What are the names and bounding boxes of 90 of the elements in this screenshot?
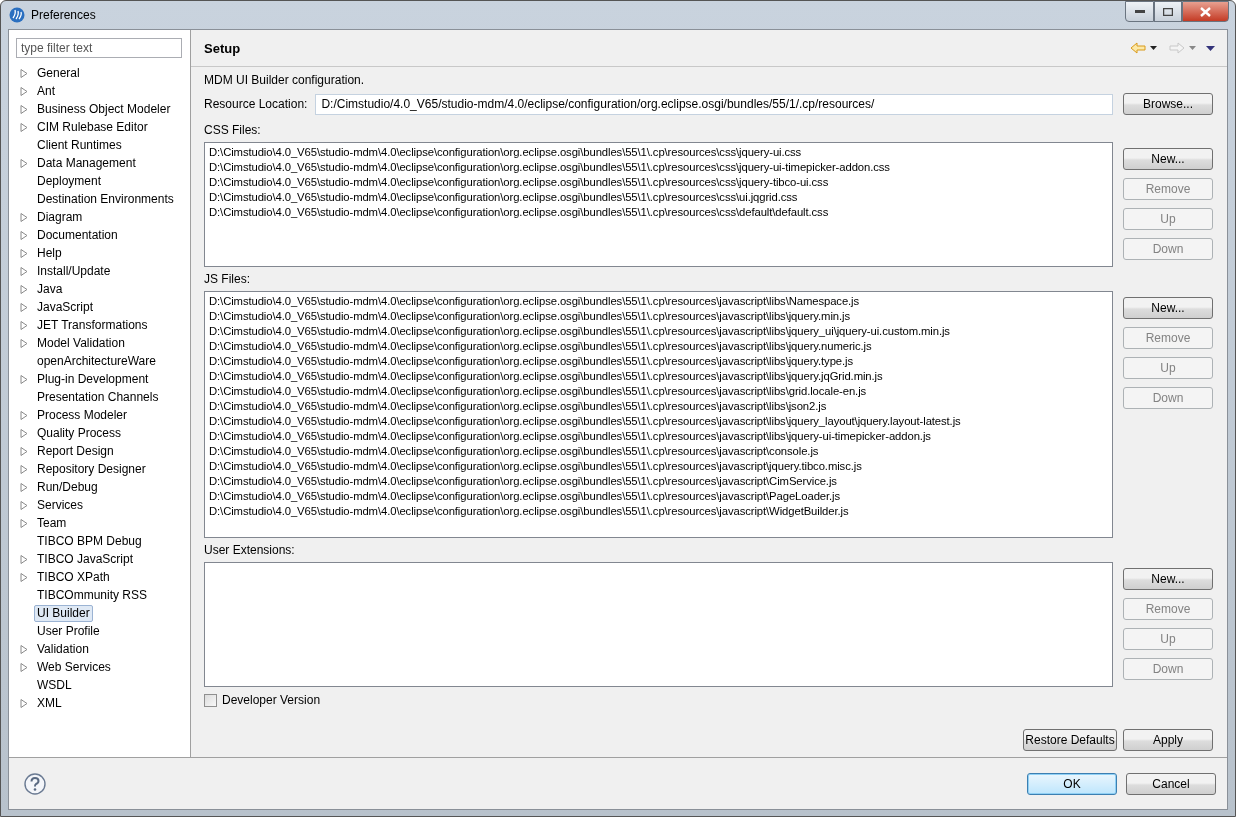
tree-item[interactable]: Team bbox=[34, 514, 70, 532]
tree-item[interactable]: Process Modeler bbox=[34, 406, 131, 424]
description-text: MDM UI Builder configuration. bbox=[204, 73, 366, 87]
tree-item[interactable]: UI Builder bbox=[34, 604, 93, 622]
resource-location-label: Resource Location: bbox=[204, 97, 308, 111]
file-path[interactable]: D:\Cimstudio\4.0_V65\studio-mdm\4.0\eclipse\configuration\org.eclipse.osgi\bundles\55\1\.cp\resources\javascript\libs\jquery.numeric.js bbox=[209, 339, 1108, 354]
tree-item[interactable]: Web Services bbox=[34, 658, 114, 676]
tree-item[interactable]: Validation bbox=[34, 640, 92, 658]
tree-item[interactable]: Destination Environments bbox=[34, 190, 177, 208]
file-path[interactable]: D:\Cimstudio\4.0_V65\studio-mdm\4.0\eclipse\configuration\org.eclipse.osgi\bundles\55\1\.cp\resources\javascript\libs\jquery_layout\jquery.layout-latest.js bbox=[209, 414, 1108, 429]
maximize-button[interactable] bbox=[1154, 1, 1182, 22]
cancel-button[interactable]: Cancel bbox=[1126, 772, 1216, 795]
file-path[interactable]: D:\Cimstudio\4.0_V65\studio-mdm\4.0\eclipse\configuration\org.eclipse.osgi\bundles\55\1\.cp\resources\javascript\jquery.tibco.misc.js bbox=[209, 459, 1108, 474]
file-path[interactable]: D:\Cimstudio\4.0_V65\studio-mdm\4.0\eclipse\configuration\org.eclipse.osgi\bundles\55\1\.cp\resources\css\jquery-ui-timepicker-addon.css bbox=[209, 160, 1108, 175]
file-path[interactable]: D:\Cimstudio\4.0_V65\studio-mdm\4.0\eclipse\configuration\org.eclipse.osgi\bundles\55\1\.cp\resources\javascript\libs\grid.locale-en.js bbox=[209, 384, 1108, 399]
tree-item[interactable]: Report Design bbox=[34, 442, 117, 460]
file-path[interactable]: D:\Cimstudio\4.0_V65\studio-mdm\4.0\eclipse\configuration\org.eclipse.osgi\bundles\55\1\.cp\resources\javascript\libs\jquery_ui\jquery-ui.custom.min.js bbox=[209, 324, 1108, 339]
tree-item[interactable]: Client Runtimes bbox=[34, 136, 125, 154]
tree-item[interactable]: Run/Debug bbox=[34, 478, 101, 496]
file-list[interactable] bbox=[204, 142, 1113, 267]
file-path[interactable]: D:\Cimstudio\4.0_V65\studio-mdm\4.0\eclipse\configuration\org.eclipse.osgi\bundles\55\1\.cp\resources\javascript\libs\jquery.type.js bbox=[209, 354, 1108, 369]
browse-button[interactable]: Browse... bbox=[1123, 93, 1213, 115]
list-button[interactable]: New... bbox=[1123, 297, 1213, 319]
file-path[interactable]: D:\Cimstudio\4.0_V65\studio-mdm\4.0\eclipse\configuration\org.eclipse.osgi\bundles\55\1\.cp\resources\css\ui.jqgrid.css bbox=[209, 190, 1108, 205]
tree-item[interactable]: Repository Designer bbox=[34, 460, 149, 478]
tree-item[interactable]: TIBCO BPM Debug bbox=[34, 532, 145, 550]
list-button[interactable]: New... bbox=[1123, 148, 1213, 170]
file-path[interactable]: D:\Cimstudio\4.0_V65\studio-mdm\4.0\eclipse\configuration\org.eclipse.osgi\bundles\55\1\.cp\resources\javascript\libs\Namespace.js bbox=[209, 294, 1108, 309]
tree-item[interactable]: openArchitectureWare bbox=[34, 352, 159, 370]
file-path[interactable]: D:\Cimstudio\4.0_V65\studio-mdm\4.0\eclipse\configuration\org.eclipse.osgi\bundles\55\1\.cp\resources\javascript\console.js bbox=[209, 444, 1108, 459]
section-label: User Extensions: bbox=[204, 543, 296, 557]
tree-item[interactable]: XML bbox=[34, 694, 65, 712]
tree-item[interactable]: Presentation Channels bbox=[34, 388, 162, 406]
help-icon[interactable] bbox=[24, 772, 46, 795]
expand-arrow-icon[interactable] bbox=[20, 158, 28, 168]
tree-item[interactable]: General bbox=[34, 64, 83, 82]
file-path[interactable]: D:\Cimstudio\4.0_V65\studio-mdm\4.0\eclipse\configuration\org.eclipse.osgi\bundles\55\1\.cp\resources\javascript\libs\json2.js bbox=[209, 399, 1108, 414]
tree-item[interactable]: TIBCO XPath bbox=[34, 568, 113, 586]
close-icon bbox=[1200, 6, 1211, 17]
tree-item[interactable]: Model Validation bbox=[34, 334, 128, 352]
tree-item[interactable]: JET Transformations bbox=[34, 316, 151, 334]
tree-item[interactable]: Plug-in Development bbox=[34, 370, 152, 388]
close-button[interactable] bbox=[1182, 1, 1229, 22]
checkbox-label: Developer Version bbox=[222, 693, 321, 707]
tree-item[interactable]: Deployment bbox=[34, 172, 105, 190]
file-path[interactable]: D:\Cimstudio\4.0_V65\studio-mdm\4.0\eclipse\configuration\org.eclipse.osgi\bundles\55\1\.cp\resources\css\jquery-tibco-ui.css bbox=[209, 175, 1108, 190]
filter-field[interactable]: type filter text bbox=[16, 38, 182, 58]
resource-location-field[interactable]: D:/Cimstudio/4.0_V65/studio-mdm/4.0/eclipse/configuration/org.eclipse.osgi/bundles/55/1/.cp/resources/ bbox=[315, 93, 1113, 115]
tree-item[interactable]: Diagram bbox=[34, 208, 86, 226]
tree-item[interactable]: Help bbox=[34, 244, 65, 262]
expand-arrow-icon[interactable] bbox=[20, 374, 28, 384]
tree-item[interactable]: Install/Update bbox=[34, 262, 114, 280]
file-path[interactable]: D:\Cimstudio\4.0_V65\studio-mdm\4.0\eclipse\configuration\org.eclipse.osgi\bundles\55\1\.cp\resources\javascript\libs\jquery.jqGrid.min.js bbox=[209, 369, 1108, 384]
window-title: Preferences bbox=[31, 8, 97, 22]
restore-defaults-button[interactable]: Restore Defaults bbox=[1023, 729, 1117, 751]
file-path[interactable]: D:\Cimstudio\4.0_V65\studio-mdm\4.0\eclipse\configuration\org.eclipse.osgi\bundles\55\1\.cp\resources\css\default\default.css bbox=[209, 205, 1108, 220]
tree-item[interactable]: TIBCOmmunity RSS bbox=[34, 586, 150, 604]
tree-item[interactable]: JavaScript bbox=[34, 298, 97, 316]
section-label: CSS Files: bbox=[204, 123, 262, 137]
file-path[interactable]: D:\Cimstudio\4.0_V65\studio-mdm\4.0\eclipse\configuration\org.eclipse.osgi\bundles\55\1\.cp\resources\javascript\CimService.js bbox=[209, 474, 1108, 489]
tree-item[interactable]: Documentation bbox=[34, 226, 121, 244]
file-path[interactable]: D:\Cimstudio\4.0_V65\studio-mdm\4.0\eclipse\configuration\org.eclipse.osgi\bundles\55\1\.cp\resources\javascript\PageLoader.js bbox=[209, 489, 1108, 504]
minimize-icon bbox=[1134, 9, 1145, 14]
tree-item[interactable]: Data Management bbox=[34, 154, 139, 172]
checkbox[interactable] bbox=[204, 693, 217, 707]
file-path[interactable]: D:\Cimstudio\4.0_V65\studio-mdm\4.0\eclipse\configuration\org.eclipse.osgi\bundles\55\1\.cp\resources\javascript\libs\jquery.min.js bbox=[209, 309, 1108, 324]
tree-item[interactable]: TIBCO JavaScript bbox=[34, 550, 137, 568]
file-list[interactable] bbox=[204, 291, 1113, 538]
app-logo-icon bbox=[9, 7, 25, 23]
menu-icon[interactable] bbox=[1206, 45, 1215, 51]
apply-button[interactable]: Apply bbox=[1123, 729, 1213, 751]
tree-item[interactable]: Ant bbox=[34, 82, 58, 100]
tree-item[interactable]: Quality Process bbox=[34, 424, 125, 442]
dropdown-icon[interactable] bbox=[1150, 46, 1157, 50]
file-path[interactable]: D:\Cimstudio\4.0_V65\studio-mdm\4.0\eclipse\configuration\org.eclipse.osgi\bundles\55\1\.cp\resources\css\jquery-ui.css bbox=[209, 145, 1108, 160]
tree-item[interactable]: Services bbox=[34, 496, 86, 514]
page-title: Setup bbox=[204, 40, 242, 56]
tree-item[interactable]: WSDL bbox=[34, 676, 75, 694]
tree-item[interactable]: CIM Rulebase Editor bbox=[34, 118, 151, 136]
tree-item[interactable]: Business Object Modeler bbox=[34, 100, 174, 118]
list-button[interactable]: New... bbox=[1123, 568, 1213, 590]
ok-button[interactable]: OK bbox=[1027, 772, 1117, 795]
section-label: JS Files: bbox=[204, 272, 251, 286]
minimize-button[interactable] bbox=[1125, 1, 1154, 22]
file-path[interactable]: D:\Cimstudio\4.0_V65\studio-mdm\4.0\eclipse\configuration\org.eclipse.osgi\bundles\55\1\.cp\resources\javascript\WidgetBuilder.js bbox=[209, 504, 1108, 519]
file-path[interactable]: D:\Cimstudio\4.0_V65\studio-mdm\4.0\eclipse\configuration\org.eclipse.osgi\bundles\55\1\.cp\resources\javascript\libs\jquery-ui-timepicker-addon.js bbox=[209, 429, 1108, 444]
expand-arrow-icon[interactable] bbox=[20, 698, 28, 708]
tree-item[interactable]: Java bbox=[34, 280, 66, 298]
maximize-icon bbox=[1163, 7, 1173, 16]
tree-item[interactable]: User Profile bbox=[34, 622, 103, 640]
